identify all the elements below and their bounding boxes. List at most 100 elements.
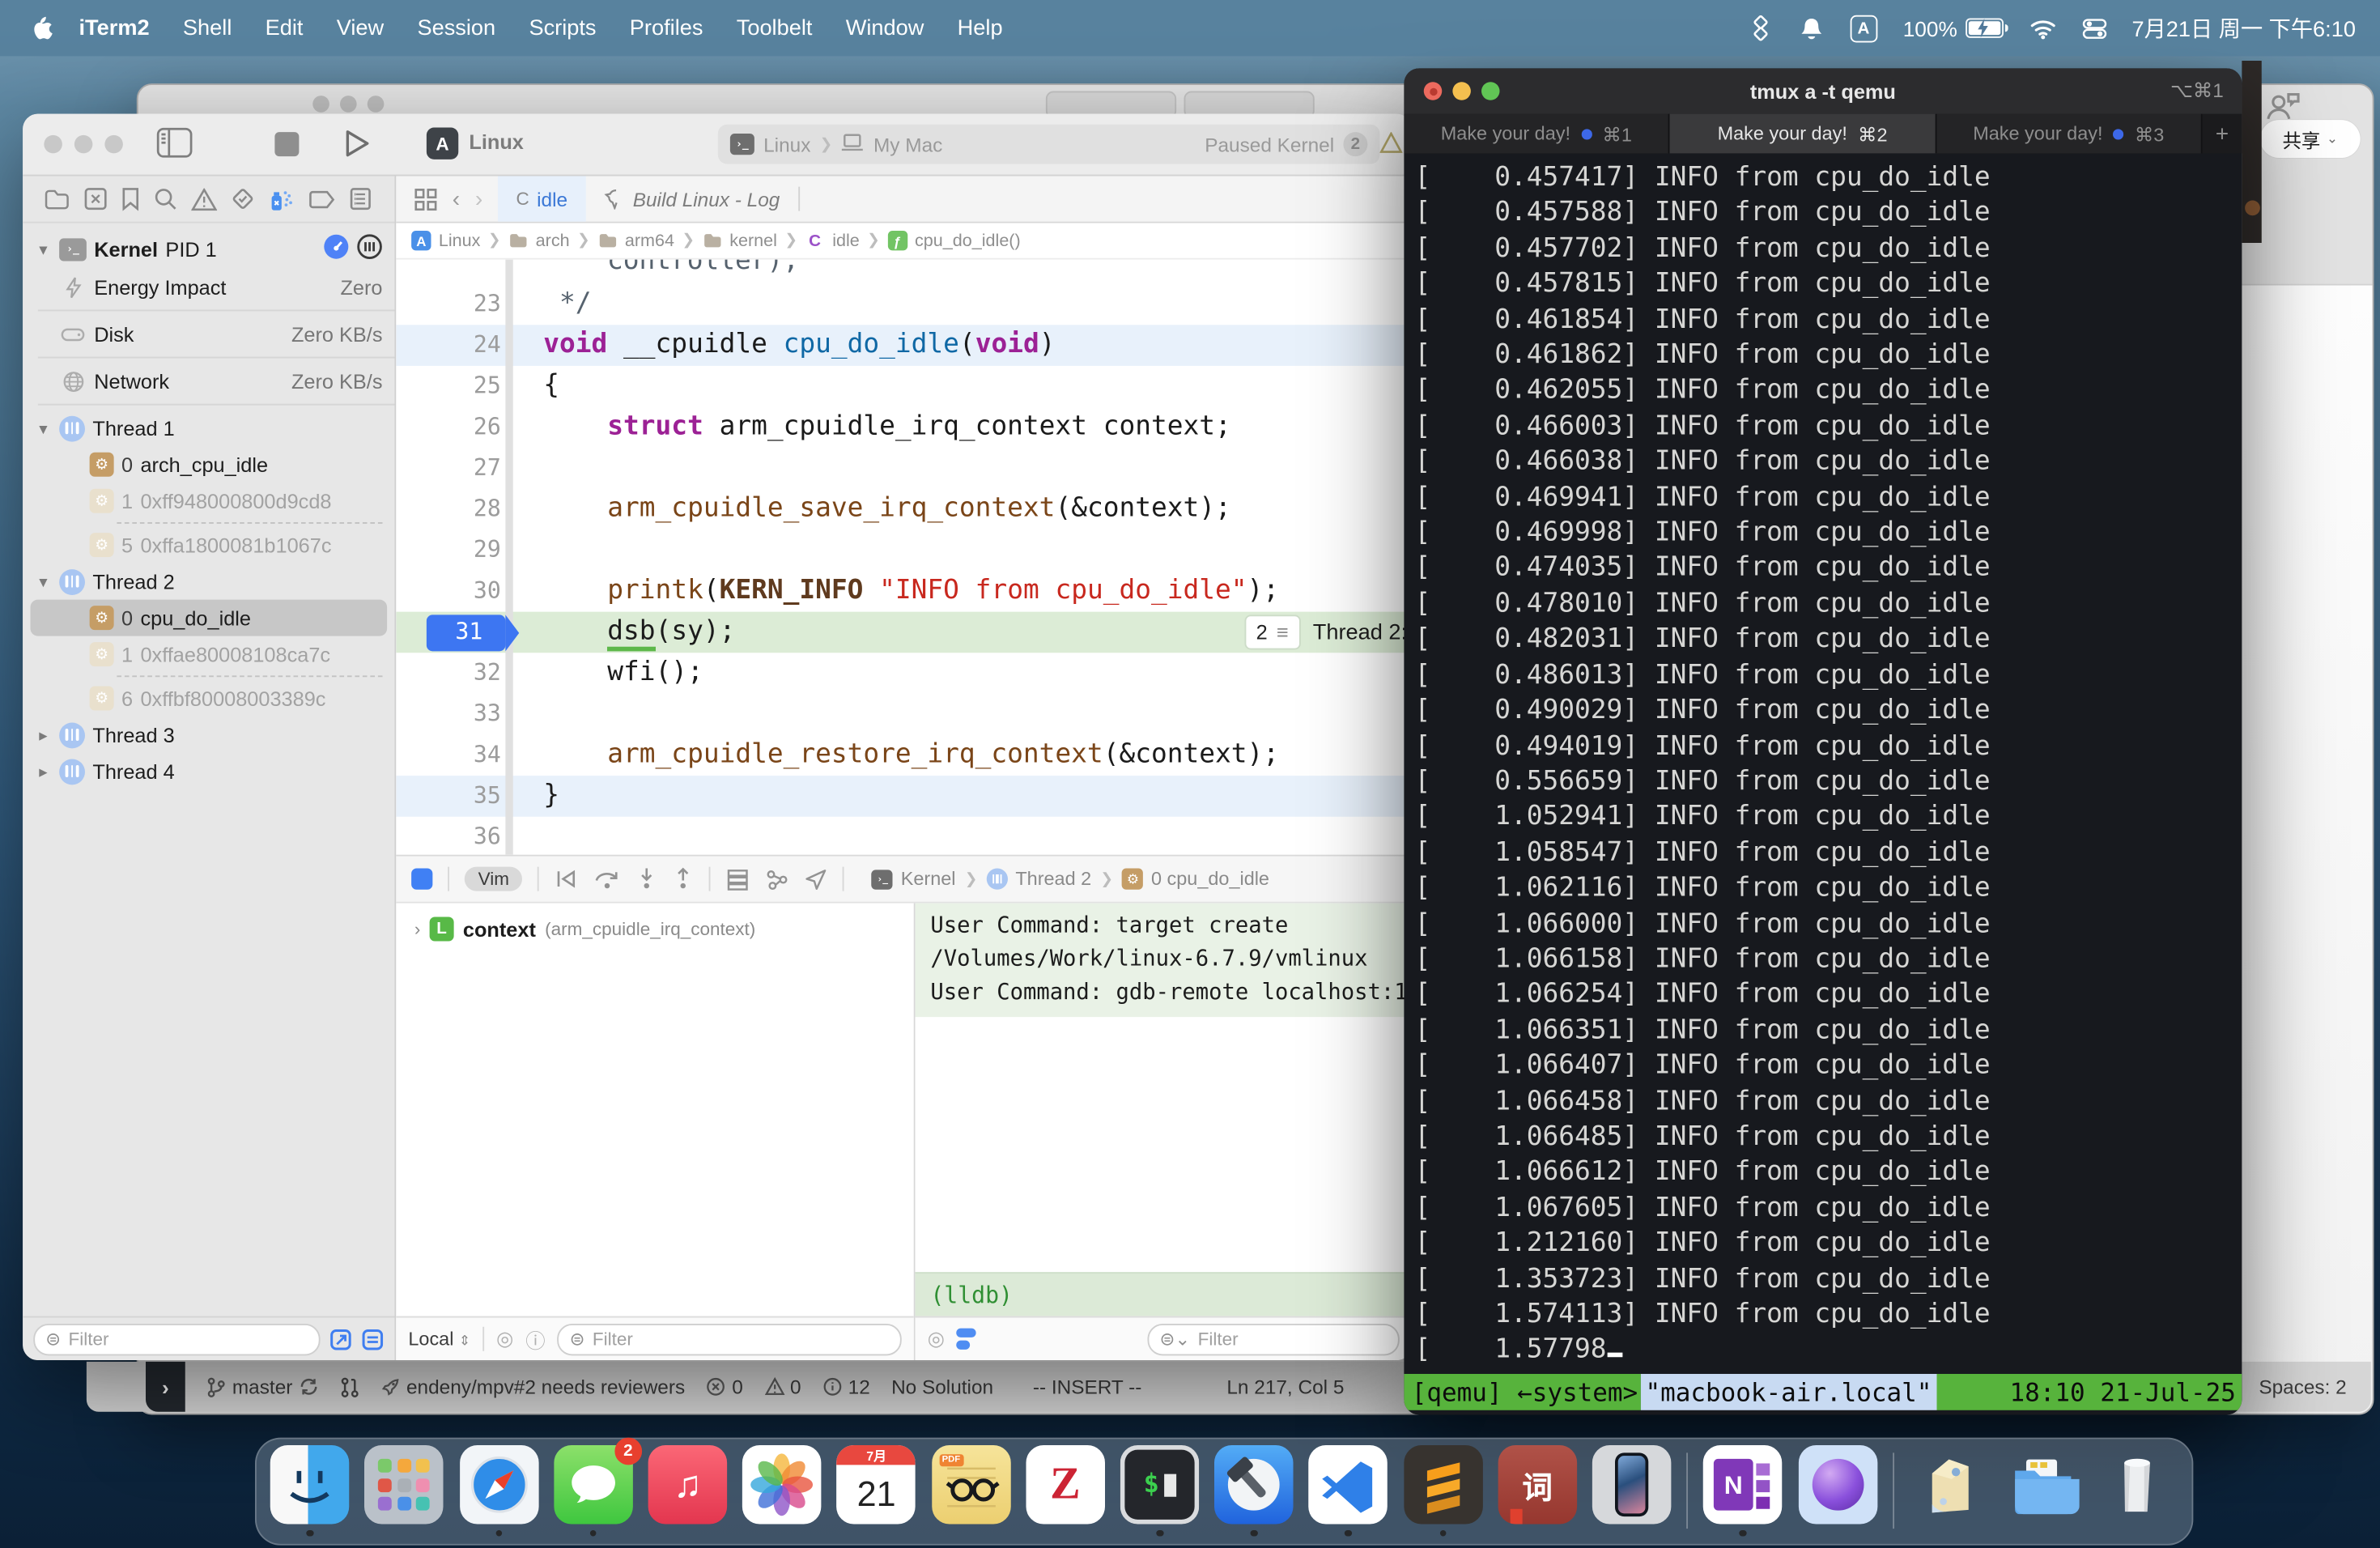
gauge-network[interactable]: NetworkZero KB/s [23,363,394,399]
stop-button[interactable] [274,132,299,156]
dock-xcode-icon[interactable] [1214,1445,1294,1525]
screenshot-icon[interactable] [83,187,108,211]
breadcrumb-item-idle[interactable]: idle [832,232,860,250]
dock-terminal-icon[interactable]: $ [1120,1445,1200,1525]
new-tab-button[interactable]: + [2203,114,2242,154]
line-number[interactable]: 28 [396,489,500,530]
code-line-30[interactable]: 30 printk(KERN_INFO "INFO from cpu_do_id… [396,571,1411,612]
line-number[interactable]: 25 [396,366,500,407]
tag-icon[interactable] [308,189,336,208]
debug-crumb-2[interactable]: 0 cpu_do_idle [1151,869,1269,890]
console-filter-input[interactable]: ⊜⌄ Filter [1148,1323,1400,1354]
scheme-selector[interactable]: ›_ Linux ❯ My Mac Paused Kernel 2 [718,125,1380,164]
scope-selector[interactable]: Local ⇕ [408,1329,470,1350]
minimize-button[interactable] [74,135,93,154]
tab-idle[interactable]: C idle [498,176,586,222]
stack-frame-cpu_do_idle[interactable]: ⚙0cpu_do_idle [31,600,388,636]
variables-filter-input[interactable]: ⊜ Filter [558,1323,902,1354]
spaces-indicator[interactable]: Spaces: 2 [2259,1376,2346,1398]
menu-shell[interactable]: Shell [166,16,249,40]
share-button[interactable]: 共享⌄ [2260,120,2361,158]
run-button[interactable] [345,129,371,165]
gauge-disk[interactable]: DiskZero KB/s [23,316,394,352]
line-number[interactable]: 32 [396,653,500,694]
tmux-session-segment[interactable]: [qemu] ←system> [1404,1374,1641,1410]
code-line-32[interactable]: 32 wfi(); [396,653,1411,694]
wifi-icon[interactable] [2029,18,2056,39]
back-icon[interactable]: ‹ [453,186,460,212]
zoom-button[interactable] [1481,82,1500,100]
bookmark-icon[interactable] [121,187,140,211]
menu-scripts[interactable]: Scripts [512,16,613,40]
code-line-24[interactable]: 24void __cpuidle cpu_do_idle(void) [396,325,1411,366]
code-line-25[interactable]: 25{ [396,366,1411,407]
dock-dictionary-icon[interactable]: 词 [1498,1445,1577,1525]
gauge-energy-impact[interactable]: Energy ImpactZero [23,269,394,305]
tab-build-log[interactable]: Build Linux - Log [586,176,798,222]
menu-profiles[interactable]: Profiles [613,16,720,40]
lldb-prompt[interactable]: (lldb) [916,1272,1412,1316]
line-number[interactable]: 26 [396,407,500,449]
battery-indicator[interactable]: 100% [1903,16,2003,40]
bg-close-button[interactable] [312,96,329,113]
stack-frame-0xffae80008108ca7c[interactable]: ⚙10xffae80008108ca7c [23,636,394,673]
breadcrumb-item-arch[interactable]: arch [536,232,570,250]
dock-calendar-icon[interactable]: 7月21 [837,1445,916,1525]
sidebar-thread-3[interactable]: ▸Thread 3 [23,717,394,753]
dock-photos-icon[interactable] [742,1445,822,1525]
gauge-icon[interactable] [323,234,349,265]
console-panes-toggle[interactable] [957,1329,976,1350]
view-hierarchy-icon[interactable] [726,868,750,891]
line-number[interactable]: 36 [396,817,500,855]
step-into-icon[interactable] [636,867,657,891]
git-branch-item[interactable]: master [206,1376,318,1398]
cpu-report-icon[interactable] [357,234,383,265]
dock-messages-icon[interactable]: 2 [554,1445,633,1525]
remote-indicator[interactable]: › [146,1362,185,1412]
menu-view[interactable]: View [320,16,401,40]
code-line-29[interactable]: 29 [396,529,1411,571]
dock-finder-icon[interactable] [270,1445,350,1525]
warnings-item[interactable]: 0 [764,1376,801,1398]
stack-frame-arch_cpu_idle[interactable]: ⚙0arch_cpu_idle [23,446,394,483]
cursor-position[interactable]: Ln 217, Col 5 [1226,1376,1344,1398]
vim-mode-indicator[interactable]: -- INSERT -- [1033,1376,1142,1398]
pr-status-item[interactable]: endeny/mpv#2 needs reviewers [380,1376,685,1398]
control-center-icon[interactable] [2082,16,2106,40]
menu-clock[interactable]: 7月21日 周一 下午6:10 [2131,12,2356,44]
apple-menu-icon[interactable] [31,15,53,41]
dock-launchpad-icon[interactable] [365,1445,444,1525]
close-button[interactable] [1424,82,1443,100]
dock-sublime-text-icon[interactable] [1404,1445,1483,1525]
sidebar-thread-2[interactable]: ▾Thread 2 [23,563,394,600]
menu-edit[interactable]: Edit [249,16,320,40]
code-line-35[interactable]: 35} [396,776,1411,817]
dock-iphone-mirroring-icon[interactable] [1592,1445,1672,1525]
vim-mode-badge[interactable]: Vim [465,867,523,891]
line-number[interactable]: 35 [396,776,500,817]
stack-filter-icon[interactable] [361,1328,384,1350]
input-source-icon[interactable]: A [1850,15,1877,42]
code-line-26[interactable]: 26 struct arm_cpuidle_irq_context contex… [396,407,1411,449]
info-icon[interactable]: ⓘ [525,1325,545,1354]
line-number[interactable]: 24 [396,325,500,366]
status-badge[interactable]: 2 [1343,132,1367,156]
dock-music-icon[interactable]: ♫ [648,1445,728,1525]
breadcrumb-item-arm64[interactable]: arm64 [625,232,674,250]
disclosure-icon[interactable]: › [414,918,421,939]
dock-onenote-icon[interactable]: N [1704,1445,1783,1525]
code-line-23[interactable]: 23 */ [396,284,1411,325]
test-diamond-icon[interactable] [231,187,255,211]
menu-iterm2[interactable]: iTerm2 [62,16,166,40]
dock-pdf-reader-icon[interactable]: PDF [932,1445,1011,1525]
solution-item[interactable]: No Solution [891,1376,993,1398]
dock-trash-icon[interactable] [2098,1445,2178,1525]
menu-session[interactable]: Session [401,16,512,40]
dock-paper-carton-icon[interactable] [1910,1445,1989,1525]
menu-help[interactable]: Help [941,16,1019,40]
code-line-27[interactable]: 27 [396,448,1411,489]
tab-2-active[interactable]: Make your day!⌘2 [1670,114,1936,154]
debug-crumb-1[interactable]: Thread 2 [1015,869,1091,890]
sidebar-thread-1[interactable]: ▾Thread 1 [23,410,394,446]
infos-item[interactable]: 12 [822,1376,870,1398]
